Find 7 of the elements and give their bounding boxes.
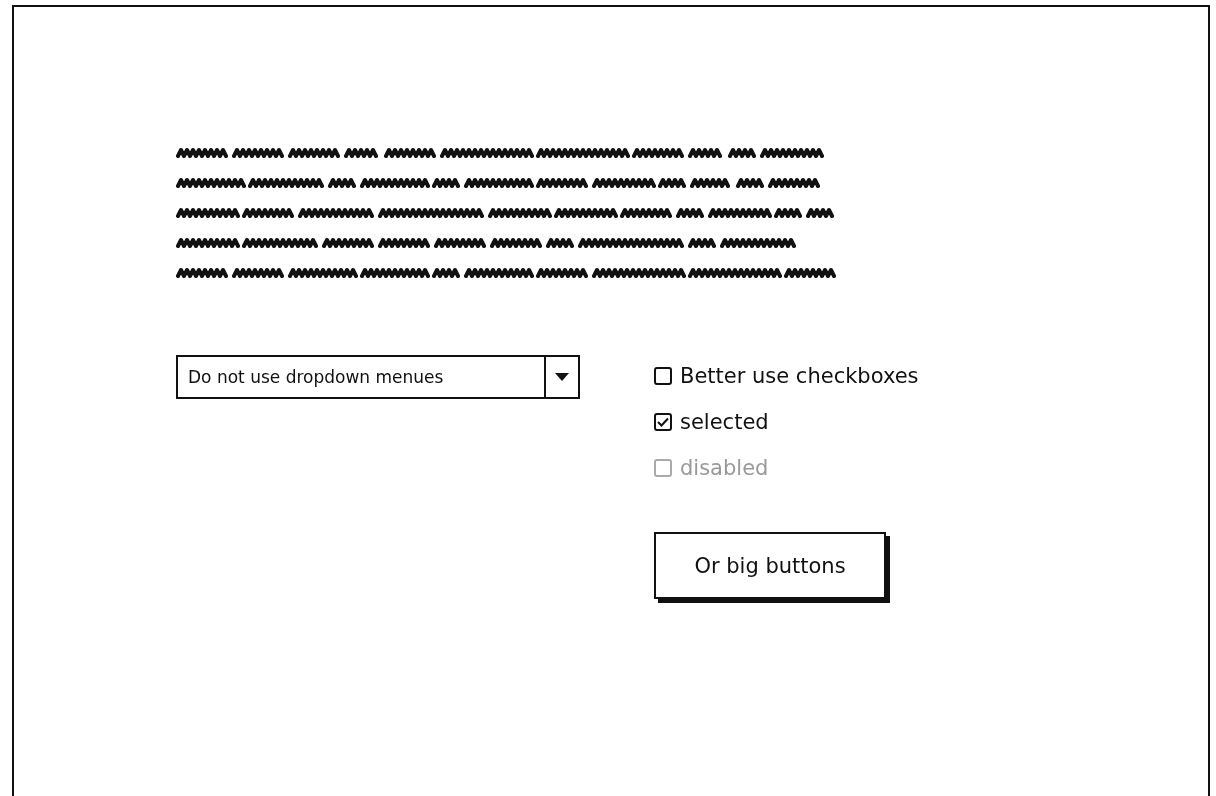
checkbox[interactable] xyxy=(654,412,672,431)
caret-icon xyxy=(555,372,569,382)
dropdown[interactable]: Do not use dropdown menues xyxy=(176,355,580,399)
checkbox-label: disabled xyxy=(680,455,769,480)
checkbox[interactable] xyxy=(654,366,672,385)
checkbox-label: selected xyxy=(680,409,769,434)
checkbox-label: Better use checkboxes xyxy=(680,363,919,388)
